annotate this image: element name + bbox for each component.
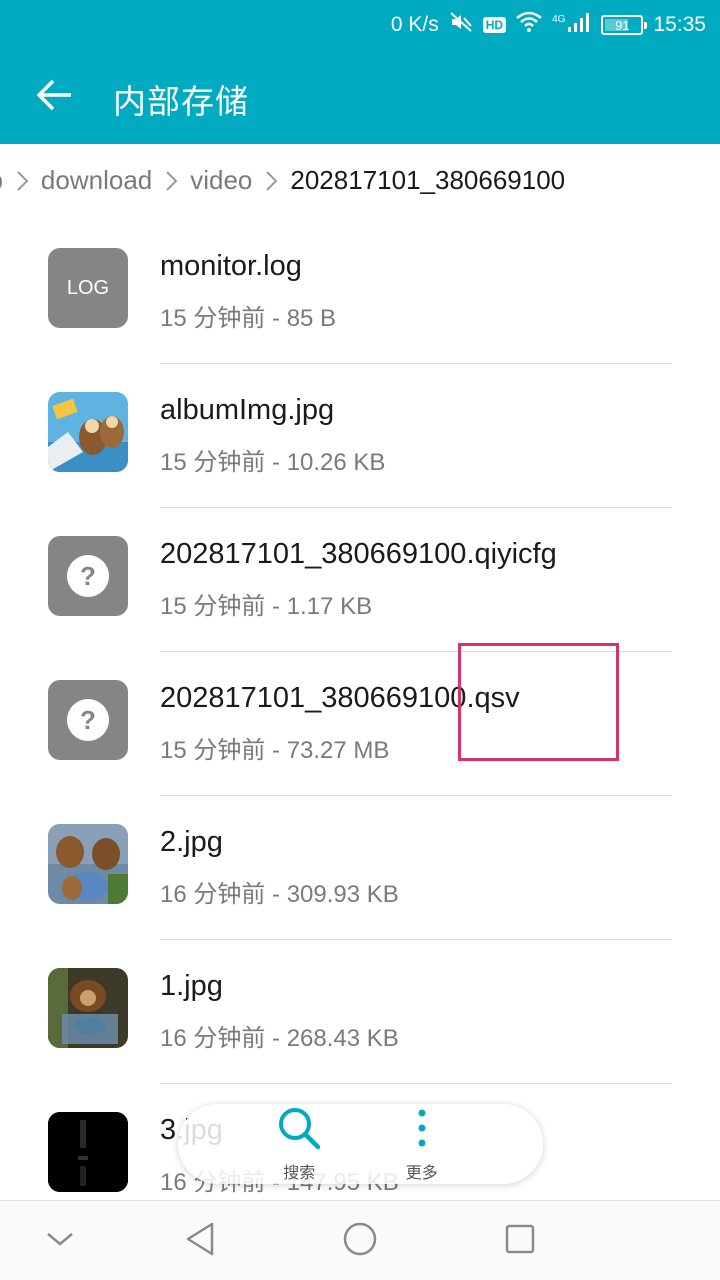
unknown-file-icon: ?: [48, 536, 128, 616]
more-label: 更多: [405, 1163, 438, 1182]
floating-toolbar: 搜索 更多: [178, 1104, 543, 1184]
file-meta: 16 分钟前 - 268.43 KB: [160, 1025, 399, 1052]
breadcrumb-item-download[interactable]: download: [41, 165, 152, 196]
file-row[interactable]: LOG monitor.log 15 分钟前 - 85 B: [0, 220, 720, 364]
system-nav-bar: [0, 1200, 720, 1280]
question-mark: ?: [80, 705, 96, 735]
file-meta: 15 分钟前 - 73.27 MB: [160, 737, 390, 764]
more-button[interactable]: 更多: [399, 1105, 445, 1183]
mute-icon: [449, 10, 473, 40]
file-list: LOG monitor.log 15 分钟前 - 85 B albumImg.j…: [0, 220, 720, 1200]
chevron-right-icon: [15, 168, 29, 194]
file-row[interactable]: albumImg.jpg 15 分钟前 - 10.26 KB: [0, 364, 720, 508]
search-button[interactable]: 搜索: [276, 1105, 322, 1183]
back-button[interactable]: [30, 72, 80, 122]
file-name: 202817101_380669100.qiyicfg: [160, 538, 557, 570]
file-meta: 15 分钟前 - 1.17 KB: [160, 593, 373, 620]
image-thumbnail: [48, 824, 128, 904]
net-speed: 0 K/s: [390, 13, 439, 36]
network-type: 4G: [552, 13, 566, 25]
status-bar: 0 K/s HD 4G 91 15:35: [0, 0, 720, 50]
file-row[interactable]: 2.jpg 16 分钟前 - 309.93 KB: [0, 796, 720, 940]
chevron-right-icon: [264, 168, 278, 194]
hd-badge: HD: [482, 17, 507, 33]
back-triangle-icon: [184, 1221, 216, 1261]
search-label: 搜索: [283, 1163, 316, 1182]
clock: 15:35: [653, 13, 706, 36]
file-meta: 15 分钟前 - 10.26 KB: [160, 449, 386, 476]
nav-home-button[interactable]: [340, 1221, 380, 1261]
file-name: 2.jpg: [160, 826, 223, 858]
file-name: albumImg.jpg: [160, 394, 335, 426]
image-thumbnail: [48, 392, 128, 472]
chevron-right-icon: [164, 168, 178, 194]
question-mark: ?: [80, 561, 96, 591]
home-circle-icon: [342, 1221, 378, 1261]
file-meta: 15 分钟前 - 85 B: [160, 305, 337, 332]
file-row[interactable]: ? 202817101_380669100.qiyicfg 15 分钟前 - 1…: [0, 508, 720, 652]
file-row[interactable]: ? 202817101_380669100.qsv 15 分钟前 - 73.27…: [0, 652, 720, 796]
image-thumbnail: [48, 968, 128, 1048]
breadcrumb-item-video[interactable]: video: [190, 165, 252, 196]
breadcrumb-item-current[interactable]: 202817101_380669100: [290, 165, 565, 196]
more-vertical-icon: [399, 1105, 445, 1155]
recents-square-icon: [504, 1223, 536, 1259]
nav-recents-button[interactable]: [500, 1221, 540, 1261]
file-meta: 16 分钟前 - 309.93 KB: [160, 881, 399, 908]
arrow-left-icon: [35, 75, 75, 119]
breadcrumb-item-parent[interactable]: pp: [0, 165, 3, 196]
search-icon: [276, 1105, 322, 1155]
breadcrumb: pp download video 202817101_380669100: [0, 144, 720, 220]
chevron-down-icon: [46, 1229, 74, 1253]
page-title: 内部存储: [113, 82, 249, 121]
battery-level: 91: [615, 17, 630, 33]
image-thumbnail: [48, 1112, 128, 1192]
unknown-file-icon: ?: [48, 680, 128, 760]
collapse-button[interactable]: [40, 1221, 80, 1261]
battery-icon: 91: [601, 15, 648, 35]
wifi-icon: [516, 11, 542, 39]
signal-icon: [567, 11, 591, 39]
file-name: 1.jpg: [160, 970, 223, 1002]
file-type-label: LOG: [66, 276, 110, 299]
file-name: monitor.log: [160, 250, 302, 282]
nav-back-button[interactable]: [180, 1221, 220, 1261]
status-indicators: 0 K/s HD 4G 91 15:35: [391, 9, 706, 41]
file-row[interactable]: 1.jpg 16 分钟前 - 268.43 KB: [0, 940, 720, 1084]
app-bar: 内部存储: [0, 50, 720, 144]
log-file-icon: LOG: [48, 248, 128, 328]
file-name: 202817101_380669100.qsv: [160, 682, 520, 714]
